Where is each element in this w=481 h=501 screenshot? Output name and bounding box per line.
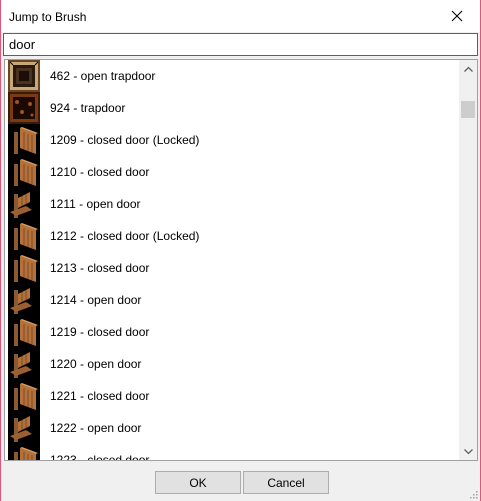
list-item[interactable]: 1213 - closed door [5,252,459,284]
open-door-icon [8,284,40,316]
list-item[interactable]: 462 - open trapdoor [5,60,459,92]
closed-door-icon [8,156,40,188]
trapdoor-icon [8,92,40,124]
closed-door-icon [8,220,40,252]
jump-to-brush-dialog: Jump to Brush 462 - open trapdoor 924 - t… [0,0,481,501]
list-item[interactable]: 1220 - open door [5,348,459,380]
cancel-button[interactable]: Cancel [243,471,329,494]
list-item-label: 1213 - closed door [50,261,150,275]
list-item[interactable]: 924 - trapdoor [5,92,459,124]
open-door-icon [8,348,40,380]
title-bar[interactable]: Jump to Brush [1,0,480,32]
vertical-scrollbar[interactable] [459,60,477,460]
list-item-label: 1223 - closed door [50,453,150,460]
list-item[interactable]: 1214 - open door [5,284,459,316]
chevron-down-icon [463,448,473,454]
close-icon [451,10,463,22]
list-item-label: 1212 - closed door (Locked) [50,229,200,243]
window-title: Jump to Brush [9,10,87,24]
list-item-label: 1220 - open door [50,357,142,371]
resize-grip-icon[interactable] [468,489,478,499]
list-item[interactable]: 1219 - closed door [5,316,459,348]
ok-button[interactable]: OK [155,471,241,494]
list-item-label: 1221 - closed door [50,389,150,403]
list-item-label: 1211 - open door [50,197,141,211]
close-button[interactable] [434,0,480,32]
open-door-icon [8,412,40,444]
list-item[interactable]: 1211 - open door [5,188,459,220]
scrollbar-thumb[interactable] [461,101,475,118]
list-item-label: 462 - open trapdoor [50,69,156,83]
search-input[interactable] [3,33,478,56]
list-item[interactable]: 1212 - closed door (Locked) [5,220,459,252]
list-item[interactable]: 1209 - closed door (Locked) [5,124,459,156]
closed-door-icon [8,444,40,460]
list-item[interactable]: 1222 - open door [5,412,459,444]
list-item-label: 924 - trapdoor [50,101,126,115]
list-item-label: 1209 - closed door (Locked) [50,133,200,147]
list-item[interactable]: 1221 - closed door [5,380,459,412]
closed-door-icon [8,316,40,348]
closed-door-icon [8,380,40,412]
brush-list-items: 462 - open trapdoor 924 - trapdoor 1209 - … [5,60,459,460]
open-trapdoor-icon [8,60,40,92]
list-item[interactable]: 1210 - closed door [5,156,459,188]
closed-door-icon [8,124,40,156]
closed-door-icon [8,252,40,284]
open-door-icon [8,188,40,220]
chevron-up-icon [463,66,473,72]
list-item[interactable]: 1223 - closed door [5,444,459,460]
list-item-label: 1222 - open door [50,421,142,435]
brush-list[interactable]: 462 - open trapdoor 924 - trapdoor 1209 - … [4,59,478,461]
list-item-label: 1219 - closed door [50,325,150,339]
scroll-up-button[interactable] [459,60,477,77]
list-item-label: 1210 - closed door [50,165,150,179]
list-item-label: 1214 - open door [50,293,142,307]
scroll-down-button[interactable] [459,443,477,460]
